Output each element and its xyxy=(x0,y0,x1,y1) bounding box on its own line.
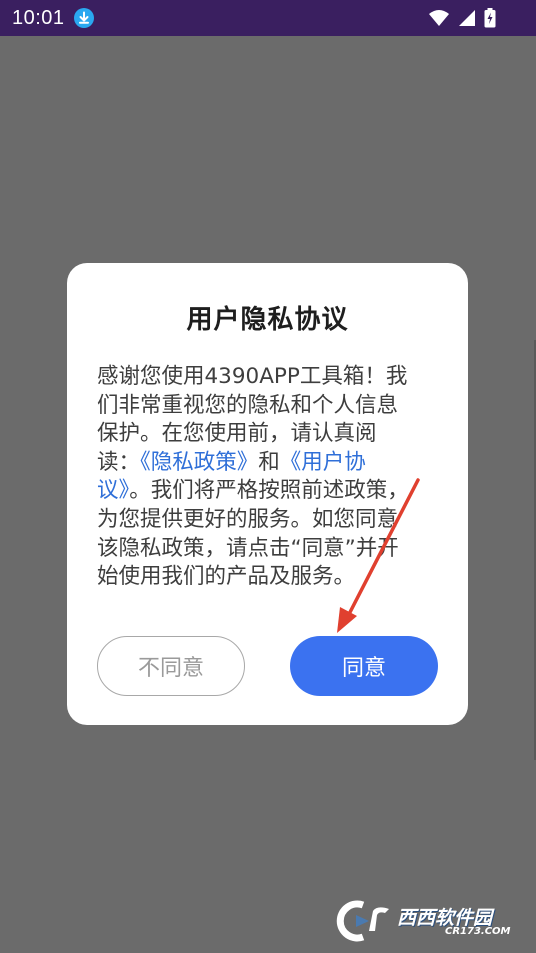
disagree-button[interactable]: 不同意 xyxy=(97,636,245,696)
status-bar: 10:01 xyxy=(0,0,536,36)
dialog-title: 用户隐私协议 xyxy=(186,305,349,335)
body-text-and: 和 xyxy=(258,449,280,475)
download-icon xyxy=(74,8,94,28)
wifi-icon xyxy=(428,9,450,27)
status-time: 10:01 xyxy=(12,7,65,29)
agree-button[interactable]: 同意 xyxy=(290,636,438,696)
status-icons xyxy=(428,7,496,29)
body-text-outro: 。我们将严格按照前述政策，为您提供更好的服务。如您同意该隐私政策，请点击“同意”… xyxy=(97,478,409,590)
signal-icon xyxy=(458,9,476,27)
privacy-dialog: 用户隐私协议 感谢您使用4390APP工具箱！我们非常重视您的隐私和个人信息保护… xyxy=(67,263,468,725)
privacy-policy-link[interactable]: 《隐私政策》 xyxy=(140,450,258,475)
battery-charging-icon xyxy=(484,8,496,28)
watermark-domain: CR173.COM xyxy=(445,926,511,937)
screen: 10:01 用户隐私协议 感谢您使用4390APP工具箱！我们非常重视您的隐私和… xyxy=(0,0,536,953)
watermark-logo: 西西软件园 CR173.COM xyxy=(331,897,521,943)
dialog-body: 感谢您使用4390APP工具箱！我们非常重视您的隐私和个人信息保护。在您使用前，… xyxy=(97,363,413,592)
